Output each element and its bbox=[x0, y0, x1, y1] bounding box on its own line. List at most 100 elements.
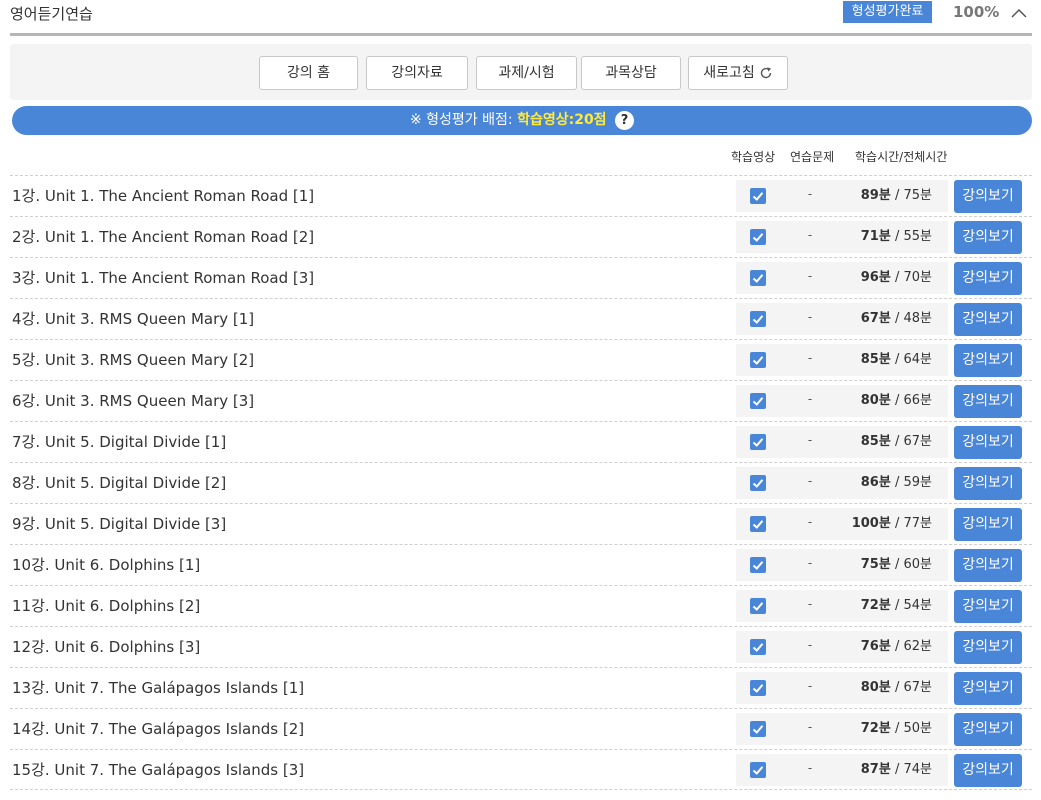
table-row: 4강. Unit 3. RMS Queen Mary [1] -67분 / 48분… bbox=[10, 298, 1032, 339]
view-lecture-button[interactable]: 강의보기 bbox=[954, 262, 1022, 295]
refresh-label: 새로고침 bbox=[703, 65, 755, 81]
total-minutes: 48 bbox=[903, 311, 921, 326]
studied-minutes: 75 bbox=[860, 557, 879, 572]
column-headers: 학습영상 연습문제 학습시간/전체시간 bbox=[0, 148, 1041, 168]
lecture-title: 5강. Unit 3. RMS Queen Mary [2] bbox=[12, 351, 255, 369]
time-separator: / bbox=[894, 352, 900, 367]
minute-unit: 분 bbox=[878, 270, 891, 285]
studied-minutes: 85 bbox=[860, 352, 879, 367]
progress-cell: -80분 / 67분 bbox=[736, 672, 948, 704]
practice-status: - bbox=[807, 392, 813, 406]
video-complete-checkbox[interactable] bbox=[750, 393, 766, 409]
notice-score: 학습영상:20점 bbox=[517, 112, 607, 128]
practice-status: - bbox=[807, 269, 813, 283]
minute-unit: 분 bbox=[920, 311, 932, 326]
study-time: 96분 / 70분 bbox=[861, 262, 932, 294]
study-time: 87분 / 74분 bbox=[861, 754, 932, 786]
video-complete-checkbox[interactable] bbox=[750, 229, 766, 245]
minute-unit: 분 bbox=[920, 598, 932, 613]
view-lecture-button[interactable]: 강의보기 bbox=[954, 672, 1022, 705]
table-row: 1강. Unit 1. The Ancient Roman Road [1] - 8… bbox=[10, 175, 1032, 216]
video-complete-checkbox[interactable] bbox=[750, 434, 766, 450]
video-complete-checkbox[interactable] bbox=[750, 639, 766, 655]
lecture-title: 13강. Unit 7. The Galápagos Islands [1] bbox=[12, 679, 305, 697]
view-lecture-button[interactable]: 강의보기 bbox=[954, 344, 1022, 377]
table-row: 7강. Unit 5. Digital Divide [1] -85분 / 67분… bbox=[10, 421, 1032, 462]
status-badge: 형성평가완료 bbox=[843, 1, 932, 23]
lecture-title: 10강. Unit 6. Dolphins [1] bbox=[12, 556, 201, 574]
video-complete-checkbox[interactable] bbox=[750, 352, 766, 368]
video-complete-checkbox[interactable] bbox=[750, 188, 766, 204]
practice-status: - bbox=[807, 720, 813, 734]
minute-unit: 분 bbox=[878, 434, 891, 449]
total-minutes: 62 bbox=[903, 639, 921, 654]
practice-status: - bbox=[807, 761, 813, 775]
video-complete-checkbox[interactable] bbox=[750, 721, 766, 737]
table-row: 3강. Unit 1. The Ancient Roman Road [3] - 9… bbox=[10, 257, 1032, 298]
table-row: 15강. Unit 7. The Galápagos Islands [3] - 8… bbox=[10, 749, 1032, 790]
studied-minutes: 72 bbox=[860, 721, 879, 736]
table-row: 10강. Unit 6. Dolphins [1] -75분 / 60분 강의보기 bbox=[10, 544, 1032, 585]
lecture-title: 1강. Unit 1. The Ancient Roman Road [1] bbox=[12, 187, 315, 205]
video-complete-checkbox[interactable] bbox=[750, 516, 766, 532]
total-minutes: 60 bbox=[903, 557, 921, 572]
minute-unit: 분 bbox=[920, 475, 932, 490]
table-row: 11강. Unit 6. Dolphins [2] -72분 / 54분 강의보기 bbox=[10, 585, 1032, 626]
column-header-time: 학습시간/전체시간 bbox=[855, 150, 948, 164]
study-time: 100분 / 77분 bbox=[852, 508, 932, 540]
chevron-up-icon[interactable] bbox=[1009, 3, 1029, 23]
practice-status: - bbox=[807, 515, 813, 529]
lecture-materials-button[interactable]: 강의자료 bbox=[366, 56, 468, 90]
minute-unit: 분 bbox=[920, 639, 932, 654]
video-complete-checkbox[interactable] bbox=[750, 598, 766, 614]
view-lecture-button[interactable]: 강의보기 bbox=[954, 385, 1022, 418]
minute-unit: 분 bbox=[878, 229, 891, 244]
view-lecture-button[interactable]: 강의보기 bbox=[954, 590, 1022, 623]
practice-status: - bbox=[807, 187, 813, 201]
time-separator: / bbox=[894, 475, 900, 490]
progress-cell: -80분 / 66분 bbox=[736, 385, 948, 417]
view-lecture-button[interactable]: 강의보기 bbox=[954, 631, 1022, 664]
studied-minutes: 96 bbox=[860, 270, 879, 285]
time-separator: / bbox=[894, 188, 900, 203]
view-lecture-button[interactable]: 강의보기 bbox=[954, 221, 1022, 254]
view-lecture-button[interactable]: 강의보기 bbox=[954, 303, 1022, 336]
video-complete-checkbox[interactable] bbox=[750, 557, 766, 573]
view-lecture-button[interactable]: 강의보기 bbox=[954, 713, 1022, 746]
video-complete-checkbox[interactable] bbox=[750, 270, 766, 286]
view-lecture-button[interactable]: 강의보기 bbox=[954, 467, 1022, 500]
progress-cell: -76분 / 62분 bbox=[736, 631, 948, 663]
progress-cell: -75분 / 60분 bbox=[736, 549, 948, 581]
table-row: 5강. Unit 3. RMS Queen Mary [2] -85분 / 64분… bbox=[10, 339, 1032, 380]
course-consult-button[interactable]: 과목상담 bbox=[581, 56, 681, 90]
view-lecture-button[interactable]: 강의보기 bbox=[954, 549, 1022, 582]
progress-cell: -72분 / 50분 bbox=[736, 713, 948, 745]
lecture-title: 3강. Unit 1. The Ancient Roman Road [3] bbox=[12, 269, 315, 287]
progress-cell: -71분 / 55분 bbox=[736, 221, 948, 253]
study-time: 86분 / 59분 bbox=[861, 467, 932, 499]
lecture-home-button[interactable]: 강의 홈 bbox=[259, 56, 358, 90]
time-separator: / bbox=[894, 639, 900, 654]
view-lecture-button[interactable]: 강의보기 bbox=[954, 754, 1022, 787]
lecture-title: 14강. Unit 7. The Galápagos Islands [2] bbox=[12, 720, 305, 738]
assignments-exams-button[interactable]: 과제/시험 bbox=[476, 56, 577, 90]
minute-unit: 분 bbox=[920, 557, 932, 572]
total-minutes: 55 bbox=[903, 229, 921, 244]
refresh-button[interactable]: 새로고침 bbox=[688, 56, 788, 90]
minute-unit: 분 bbox=[920, 680, 932, 695]
view-lecture-button[interactable]: 강의보기 bbox=[954, 180, 1022, 213]
video-complete-checkbox[interactable] bbox=[750, 762, 766, 778]
lecture-title: 2강. Unit 1. The Ancient Roman Road [2] bbox=[12, 228, 315, 246]
minute-unit: 분 bbox=[878, 762, 891, 777]
view-lecture-button[interactable]: 강의보기 bbox=[954, 426, 1022, 459]
progress-cell: - 100분 / 77분 bbox=[736, 508, 948, 540]
total-minutes: 74 bbox=[903, 762, 921, 777]
help-icon[interactable]: ? bbox=[615, 111, 635, 130]
study-time: 67분 / 48분 bbox=[861, 303, 932, 335]
video-complete-checkbox[interactable] bbox=[750, 475, 766, 491]
minute-unit: 분 bbox=[878, 721, 891, 736]
view-lecture-button[interactable]: 강의보기 bbox=[954, 508, 1022, 541]
video-complete-checkbox[interactable] bbox=[750, 311, 766, 327]
studied-minutes: 89 bbox=[860, 188, 879, 203]
video-complete-checkbox[interactable] bbox=[750, 680, 766, 696]
